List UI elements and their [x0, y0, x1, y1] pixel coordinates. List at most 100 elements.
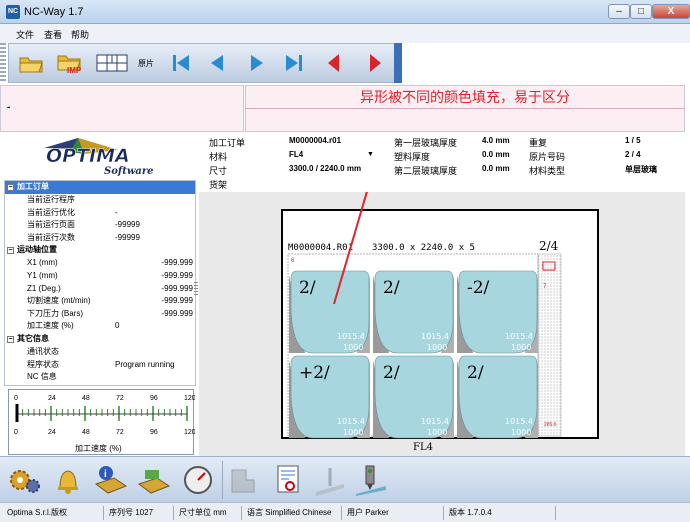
piece-width: 1015.4 [505, 417, 533, 426]
tree-row-value: -999.999 [161, 283, 193, 293]
previous-sheet-button[interactable] [203, 50, 231, 76]
gauge-needle [15, 404, 19, 422]
cutting-head-button[interactable] [352, 462, 388, 498]
piece-width: 1015.4 [421, 417, 449, 426]
menu-bar: 文件 查看 帮助 [0, 24, 690, 43]
annotation-banner: 异形被不同的颜色填充，易于区分 [245, 85, 685, 109]
collapse-icon[interactable]: − [7, 247, 14, 255]
tree-row[interactable]: 当前运行次数 -99999 [5, 232, 195, 245]
alarm-bell-button[interactable] [50, 462, 86, 498]
status-serial: 序列号 1027 [106, 506, 174, 520]
tree-section-title: 运动轴位置 [17, 245, 57, 255]
menu-file[interactable]: 文件 [16, 28, 34, 41]
info-panel-left: - [0, 85, 244, 132]
status-user: 用户 Parker [344, 506, 444, 520]
cutting-head-icon [356, 465, 386, 496]
material-value: FL4 [289, 150, 304, 159]
glass-piece[interactable]: 2/1015.4 1000 [457, 355, 538, 439]
toolbar-grip[interactable] [0, 43, 6, 83]
next-red-button[interactable] [361, 50, 389, 76]
collapse-icon[interactable]: − [7, 336, 14, 343]
gauge-tick-label-top: 96 [150, 395, 158, 402]
grid-icon [96, 54, 128, 72]
glass-piece[interactable]: 2/1015.4 1000 [289, 270, 370, 354]
tree-row-label: 加工速度 (%) [27, 321, 74, 331]
tree-row-value: -999.999 [161, 308, 193, 318]
gears-button[interactable] [6, 462, 42, 498]
tree-row[interactable]: Y1 (mm) -999.999 [5, 270, 195, 283]
tree-row-label: Y1 (mm) [27, 271, 58, 280]
toolbar-overflow-button[interactable] [394, 43, 402, 83]
piece-width: 1015.4 [505, 332, 533, 341]
material-dropdown-icon[interactable]: ▼ [367, 151, 374, 158]
sheet-drawing[interactable]: M0000004.R01 3300.0 x 2240.0 x 5 2/4 6 7… [199, 192, 685, 456]
tree-section-title: 加工订单 [17, 182, 49, 191]
gauge-caption: 加工速度 (%) [75, 444, 122, 453]
tree-row[interactable]: 加工速度 (%) 0 [5, 320, 195, 333]
tree-row[interactable]: Z1 (Deg.) -999.999 [5, 283, 195, 296]
previous-red-button[interactable] [320, 50, 348, 76]
tree-row[interactable]: 切割速度 (mt/min) -999.999 [5, 295, 195, 308]
optimize-button[interactable] [270, 462, 306, 498]
speed-gauge: 0 0 24 24 48 48 72 72 96 96 120 120 加工速度 (%) [8, 389, 196, 455]
shape-cut-icon [231, 469, 255, 493]
next-sheet-button[interactable] [243, 50, 271, 76]
splitter-handle[interactable] [194, 282, 198, 296]
tree-row-label: 当前运行程序 [27, 195, 75, 204]
glass2-value: 0.0 mm [482, 164, 510, 173]
glass-piece[interactable]: 2/1015.4 1000 [373, 355, 454, 439]
piece-height: 1000 [427, 428, 447, 437]
tree-row[interactable]: 当前运行优化 - [5, 207, 195, 220]
tree-row[interactable]: 当前运行程序 [5, 194, 195, 207]
imp-label: IMP [67, 66, 82, 75]
tree-row[interactable]: X1 (mm) -999.999 [5, 257, 195, 270]
pressure-gauge-button[interactable] [180, 462, 216, 498]
tree-row[interactable]: NC 信息 [5, 371, 195, 384]
size-label: 尺寸 [209, 166, 228, 176]
glass-break-button[interactable] [312, 462, 348, 498]
glass-piece[interactable]: 2/1015.4 1000 [373, 270, 454, 354]
shape-cut-button[interactable] [226, 462, 262, 498]
tree-section-header[interactable]: − 加工订单 [5, 181, 195, 194]
menu-help[interactable]: 帮助 [71, 28, 89, 41]
glass-piece[interactable]: +2/1015.4 1000 [289, 355, 370, 439]
gauge-tick-label-top: 48 [82, 395, 90, 402]
last-sheet-button[interactable] [280, 50, 308, 76]
piece-width: 1015.4 [337, 417, 365, 426]
tree-row-label: 程序状态 [27, 359, 59, 369]
layout-grid-button[interactable] [95, 50, 129, 76]
sheet-canvas: M0000004.R01 3300.0 x 2240.0 x 5 2/4 6 7… [199, 192, 685, 456]
minimize-button[interactable]: – [608, 4, 630, 19]
tree-row-label: NC 信息 [27, 372, 57, 382]
menu-view[interactable]: 查看 [44, 28, 62, 41]
close-button[interactable]: X [652, 4, 690, 19]
cutting-table-button[interactable] [135, 462, 171, 498]
optima-logo-icon: OPTIMA Software [44, 138, 154, 177]
logo-word: OPTIMA [46, 145, 130, 167]
window-title: NC-Way 1.7 [24, 6, 84, 18]
size-value: 3300.0 / 2240.0 mm [289, 164, 362, 173]
tree-row-value: -999.999 [161, 258, 193, 268]
glass2-label: 第二层玻璃厚度 [394, 166, 458, 176]
tree-row[interactable]: 下刀压力 (Bars) -999.999 [5, 308, 195, 321]
glass-break-icon [316, 468, 344, 496]
first-sheet-button[interactable] [167, 50, 195, 76]
info-table-icon: i [94, 466, 128, 494]
bottom-toolbar: i [0, 456, 690, 502]
collapse-icon[interactable]: − [7, 184, 14, 191]
open-folder-button[interactable] [17, 50, 45, 76]
toolbar: IMP 原片 [8, 43, 402, 83]
tree-section-header[interactable]: − 其它信息 [5, 333, 195, 346]
sheet-page: 2/4 [539, 239, 559, 253]
sheet-order: M0000004.R01 [288, 243, 353, 253]
repeat-value: 1 / 5 [625, 136, 641, 145]
tree-section-header[interactable]: − 运动轴位置 [5, 244, 195, 257]
glass-piece[interactable]: -2/1015.4 1000 [457, 270, 538, 354]
tree-row[interactable]: 程序状态 Program running [5, 359, 195, 372]
maximize-button[interactable]: □ [630, 4, 652, 19]
import-button[interactable]: IMP [55, 50, 83, 76]
tree-row[interactable]: 通讯状态 [5, 346, 195, 359]
tree-row[interactable]: 当前运行页面 -99999 [5, 219, 195, 232]
info-table-button[interactable]: i [92, 462, 128, 498]
red-next-icon [370, 54, 381, 72]
